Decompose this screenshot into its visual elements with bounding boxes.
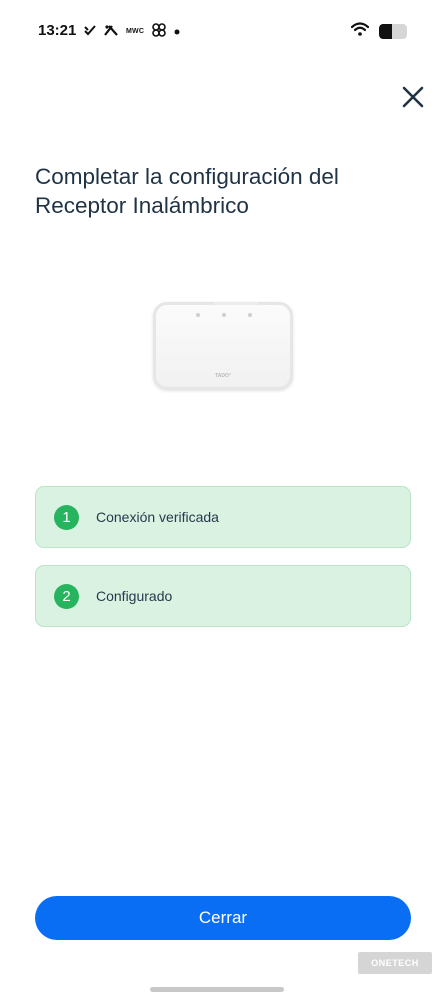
step-label: Conexión verificada xyxy=(96,509,219,525)
step-configured: 2 Configurado xyxy=(35,565,411,627)
onetech-watermark: ONETECH xyxy=(358,952,432,974)
wifi-icon xyxy=(350,22,370,41)
device-logo: TADO° xyxy=(215,373,231,379)
status-time: 13:21 xyxy=(38,22,77,39)
home-indicator xyxy=(150,987,284,992)
wireless-receiver-image: TADO° xyxy=(153,302,293,390)
step-label: Configurado xyxy=(96,588,173,604)
device-led xyxy=(248,313,252,317)
battery-icon xyxy=(379,24,407,39)
battery-fill xyxy=(379,24,392,39)
status-bar: 13:21 MWC xyxy=(0,0,445,60)
caixabank-icon xyxy=(104,24,118,39)
dot-icon xyxy=(174,24,180,38)
step-number-badge: 1 xyxy=(54,504,79,530)
close-icon xyxy=(402,86,424,108)
notification-check-icon xyxy=(84,24,96,39)
close-button[interactable] xyxy=(398,82,428,112)
device-led xyxy=(196,313,200,317)
step-number-badge: 2 xyxy=(54,583,79,609)
device-led xyxy=(222,313,226,317)
mwc-icon: MWC xyxy=(126,27,145,35)
step-connection-verified: 1 Conexión verificada xyxy=(35,486,411,548)
close-primary-button[interactable]: Cerrar xyxy=(35,896,411,940)
device-top-light xyxy=(214,302,258,305)
status-notification-icons: MWC xyxy=(84,22,180,40)
status-system-icons xyxy=(350,22,407,41)
page-title: Completar la configuración del Receptor … xyxy=(35,164,339,218)
fan-icon xyxy=(152,22,166,40)
